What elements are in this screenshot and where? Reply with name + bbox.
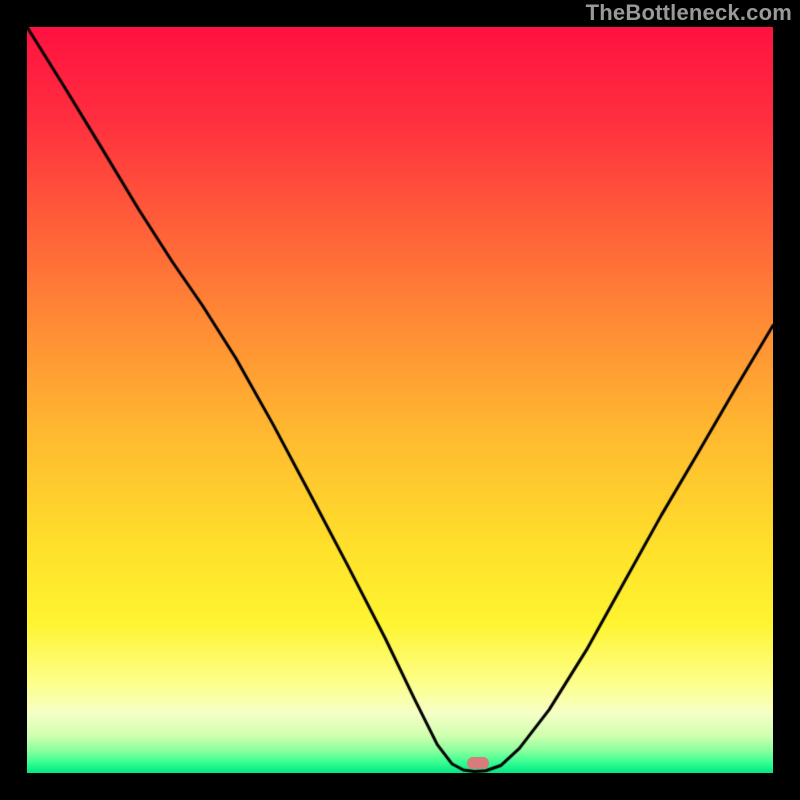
- optimum-marker: [467, 757, 489, 769]
- plot-area: [27, 27, 773, 773]
- chart-container: TheBottleneck.com: [0, 0, 800, 800]
- watermark-text: TheBottleneck.com: [586, 0, 792, 26]
- bottleneck-curve: [27, 27, 773, 773]
